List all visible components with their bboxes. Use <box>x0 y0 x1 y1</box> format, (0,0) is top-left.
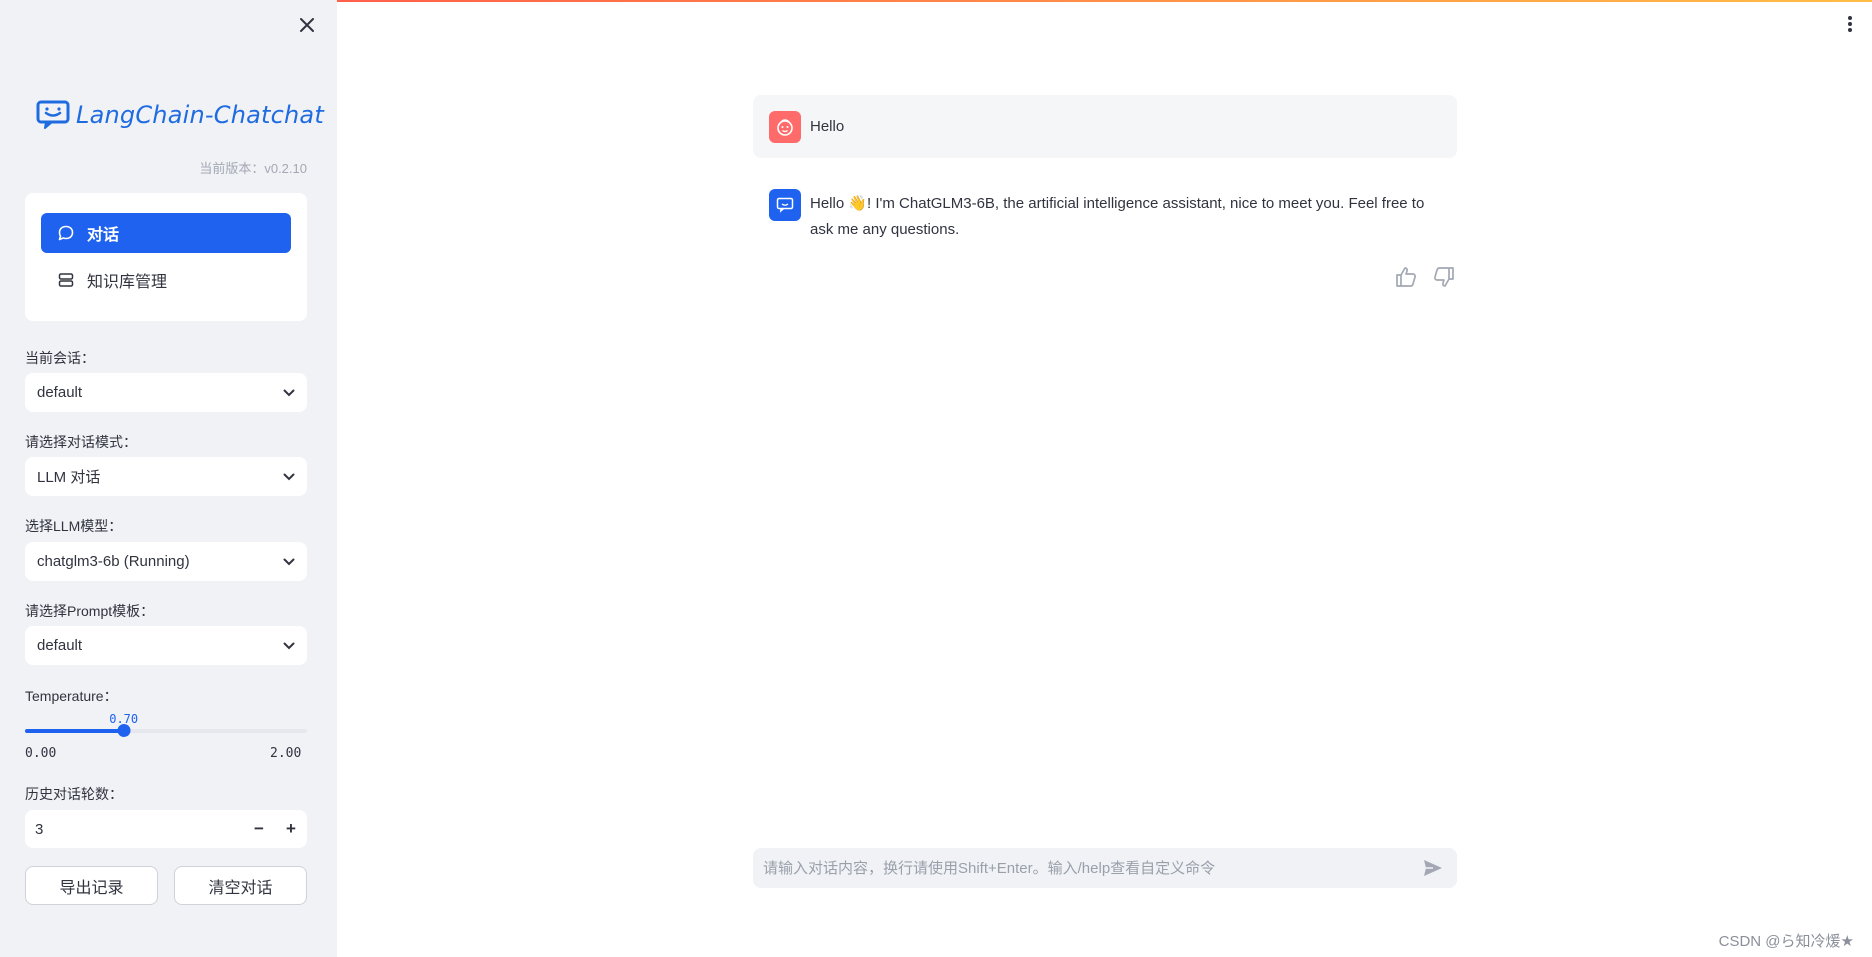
slider-track[interactable] <box>25 729 307 733</box>
main-menu-button[interactable] <box>1840 12 1860 36</box>
dialog-mode-label: 请选择对话模式： <box>25 434 137 450</box>
nav-item-knowledge-base[interactable]: 知识库管理 <box>41 260 291 300</box>
temperature-max: 2.00 <box>270 746 302 761</box>
thumbs-up-icon <box>1396 267 1416 287</box>
assistant-message-text: Hello 👋! I'm ChatGLM3-6B, the artificial… <box>810 195 1425 238</box>
llm-model-select[interactable]: chatglm3-6b (Running) <box>25 542 307 581</box>
history-rounds-input[interactable]: 3 − + <box>25 810 307 848</box>
close-icon <box>300 18 314 32</box>
app-logo: LangChain-Chatchat <box>36 100 324 130</box>
prompt-template-label: 请选择Prompt模板： <box>25 603 155 619</box>
thumbs-down-button[interactable] <box>1431 264 1457 290</box>
current-session-select[interactable]: default <box>25 373 307 412</box>
nav-item-label: 知识库管理 <box>87 274 168 291</box>
llm-model-value: chatglm3-6b (Running) <box>37 553 190 570</box>
nav-item-chat[interactable]: 对话 <box>41 213 291 253</box>
close-sidebar-button[interactable] <box>296 14 318 36</box>
app-logo-text: LangChain-Chatchat <box>76 101 324 129</box>
current-session-value: default <box>37 384 83 401</box>
clear-chat-button[interactable]: 清空对话 <box>174 866 307 905</box>
database-icon <box>57 271 75 289</box>
send-icon <box>1424 860 1442 876</box>
thumbs-up-button[interactable] <box>1393 264 1419 290</box>
dialog-mode-value: LLM 对话 <box>37 469 101 486</box>
thumbs-down-icon <box>1434 267 1454 287</box>
chat-bubble-icon <box>57 224 75 242</box>
csdn-watermark: CSDN @ら知冷煖★ <box>1718 933 1854 950</box>
sidebar: LangChain-Chatchat 当前版本：v0.2.10 对话 知识库管理… <box>0 0 337 957</box>
export-record-button[interactable]: 导出记录 <box>25 866 158 905</box>
kebab-menu-icon <box>1848 16 1852 32</box>
user-message: Hello <box>753 95 1457 158</box>
current-session-label: 当前会话： <box>25 350 95 366</box>
user-avatar <box>769 110 801 143</box>
send-button[interactable] <box>1421 856 1445 880</box>
chat-logo-icon <box>36 100 70 129</box>
history-rounds-label: 历史对话轮数： <box>25 786 123 802</box>
chevron-down-icon <box>283 473 295 480</box>
chat-input-bar <box>753 848 1457 888</box>
version-label: 当前版本：v0.2.10 <box>199 161 307 176</box>
prompt-template-select[interactable]: default <box>25 626 307 665</box>
prompt-template-value: default <box>37 637 83 654</box>
llm-model-label: 选择LLM模型： <box>25 518 123 534</box>
history-rounds-value[interactable]: 3 <box>25 821 243 838</box>
message-feedback <box>1393 264 1457 290</box>
dialog-mode-select[interactable]: LLM 对话 <box>25 457 307 496</box>
assistant-avatar <box>769 189 801 221</box>
slider-thumb[interactable] <box>117 724 131 737</box>
user-message-text: Hello <box>810 117 845 135</box>
assistant-message: Hello 👋! I'm ChatGLM3-6B, the artificial… <box>753 189 1457 243</box>
chevron-down-icon <box>283 642 295 649</box>
nav-menu: 对话 知识库管理 <box>25 193 307 321</box>
decrement-button[interactable]: − <box>243 810 275 848</box>
nav-item-label: 对话 <box>87 227 120 244</box>
chevron-down-icon <box>283 389 295 396</box>
temperature-slider[interactable]: 0.70 <box>25 712 307 752</box>
chat-input[interactable] <box>763 859 1421 877</box>
chat-bot-icon <box>776 197 794 213</box>
smiley-face-icon <box>777 118 793 136</box>
temperature-min: 0.00 <box>25 746 57 761</box>
temperature-label: Temperature： <box>25 688 118 704</box>
slider-fill <box>25 729 124 733</box>
increment-button[interactable]: + <box>275 810 307 848</box>
chevron-down-icon <box>283 558 295 565</box>
